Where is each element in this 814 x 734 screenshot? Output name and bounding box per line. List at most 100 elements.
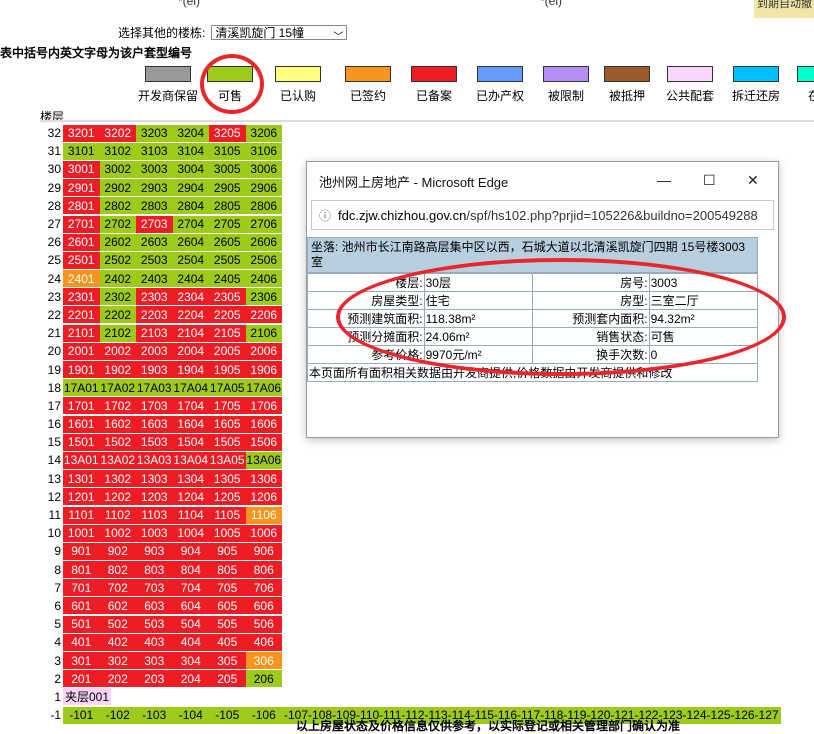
unit-cell[interactable]: 3003 bbox=[136, 160, 173, 178]
unit-cell[interactable]: 1003 bbox=[136, 524, 173, 542]
unit-cell[interactable]: 1101 bbox=[63, 506, 100, 524]
unit-cell[interactable]: 2001 bbox=[63, 342, 100, 360]
unit-cell[interactable]: 902 bbox=[99, 542, 136, 560]
unit-cell[interactable]: 2506 bbox=[245, 251, 282, 269]
unit-cell[interactable]: 1303 bbox=[136, 470, 173, 488]
unit-cell[interactable]: 1501 bbox=[63, 433, 100, 451]
unit-cell[interactable]: 706 bbox=[245, 579, 282, 597]
unit-cell[interactable]: 1504 bbox=[172, 433, 209, 451]
unit-cell[interactable]: 2402 bbox=[99, 270, 136, 288]
unit-cell[interactable]: 2605 bbox=[209, 233, 246, 251]
close-icon[interactable]: ✕ bbox=[747, 172, 759, 189]
unit-cell[interactable]: 2804 bbox=[172, 197, 209, 215]
unit-cell[interactable]: 1302 bbox=[99, 470, 136, 488]
unit-cell[interactable]: 13A02 bbox=[99, 451, 136, 469]
unit-cell[interactable]: 206 bbox=[245, 670, 282, 688]
unit-cell[interactable]: 2002 bbox=[99, 342, 136, 360]
unit-cell[interactable]: 504 bbox=[172, 615, 209, 633]
unit-cell[interactable]: 1201 bbox=[63, 488, 100, 506]
unit-cell[interactable]: -104 bbox=[172, 706, 209, 724]
address-bar[interactable]: ⓘ fdc.zjw.chizhou.gov.cn /spf/hs102.php?… bbox=[311, 200, 774, 230]
unit-cell[interactable]: 1706 bbox=[245, 397, 282, 415]
unit-cell[interactable]: 3105 bbox=[209, 142, 246, 160]
unit-cell[interactable]: 2104 bbox=[172, 324, 209, 342]
unit-cell[interactable]: 2203 bbox=[136, 306, 173, 324]
minimize-icon[interactable]: — bbox=[657, 172, 671, 188]
unit-cell[interactable]: 2601 bbox=[63, 233, 100, 251]
unit-cell[interactable]: 3201 bbox=[63, 124, 100, 142]
unit-cell[interactable]: 3102 bbox=[99, 142, 136, 160]
unit-cell[interactable]: 402 bbox=[99, 633, 136, 651]
unit-cell[interactable]: 3203 bbox=[136, 124, 173, 142]
unit-cell[interactable]: 1102 bbox=[99, 506, 136, 524]
unit-cell[interactable]: 804 bbox=[172, 561, 209, 579]
unit-cell[interactable]: 2102 bbox=[99, 324, 136, 342]
unit-cell[interactable]: 2803 bbox=[136, 197, 173, 215]
unit-cell[interactable]: 1301 bbox=[63, 470, 100, 488]
unit-cell[interactable]: 13A04 bbox=[172, 451, 209, 469]
unit-cell[interactable]: 306 bbox=[245, 652, 282, 670]
unit-cell[interactable]: 3004 bbox=[172, 160, 209, 178]
unit-cell[interactable]: 1602 bbox=[99, 415, 136, 433]
unit-cell[interactable]: 2305 bbox=[209, 288, 246, 306]
unit-cell[interactable]: 1701 bbox=[63, 397, 100, 415]
unit-cell[interactable]: 2101 bbox=[63, 324, 100, 342]
unit-cell[interactable]: 1601 bbox=[63, 415, 100, 433]
unit-cell[interactable]: 2503 bbox=[136, 251, 173, 269]
unit-cell[interactable]: 2806 bbox=[245, 197, 282, 215]
unit-cell[interactable]: 805 bbox=[209, 561, 246, 579]
unit-cell[interactable]: 2004 bbox=[172, 342, 209, 360]
unit-cell[interactable]: 1603 bbox=[136, 415, 173, 433]
unit-cell[interactable]: 1005 bbox=[209, 524, 246, 542]
unit-cell[interactable]: 603 bbox=[136, 597, 173, 615]
unit-cell[interactable]: 2602 bbox=[99, 233, 136, 251]
info-icon[interactable]: ⓘ bbox=[312, 207, 338, 224]
unit-cell[interactable]: 304 bbox=[172, 652, 209, 670]
unit-cell[interactable]: 1306 bbox=[245, 470, 282, 488]
unit-cell[interactable]: 403 bbox=[136, 633, 173, 651]
unit-cell[interactable]: 704 bbox=[172, 579, 209, 597]
unit-cell[interactable]: 1105 bbox=[209, 506, 246, 524]
unit-cell[interactable]: 2403 bbox=[136, 270, 173, 288]
unit-cell[interactable]: 303 bbox=[136, 652, 173, 670]
unit-cell[interactable]: 901 bbox=[63, 542, 100, 560]
unit-cell[interactable]: 2805 bbox=[209, 197, 246, 215]
unit-cell[interactable]: 1103 bbox=[136, 506, 173, 524]
unit-cell[interactable]: 701 bbox=[63, 579, 100, 597]
unit-cell[interactable]: 1901 bbox=[63, 361, 100, 379]
unit-cell[interactable]: 2703 bbox=[136, 215, 173, 233]
unit-cell[interactable]: 2606 bbox=[245, 233, 282, 251]
unit-cell[interactable]: 401 bbox=[63, 633, 100, 651]
unit-cell[interactable]: 2406 bbox=[245, 270, 282, 288]
unit-cell[interactable]: 1902 bbox=[99, 361, 136, 379]
unit-cell[interactable]: 2502 bbox=[99, 251, 136, 269]
unit-cell[interactable]: 2505 bbox=[209, 251, 246, 269]
unit-cell[interactable]: 1503 bbox=[136, 433, 173, 451]
unit-cell[interactable]: 2603 bbox=[136, 233, 173, 251]
unit-cell[interactable]: 1104 bbox=[172, 506, 209, 524]
unit-cell[interactable]: 2303 bbox=[136, 288, 173, 306]
unit-cell[interactable]: 2003 bbox=[136, 342, 173, 360]
building-select[interactable]: 清溪凯旋门 15幢 ﹀ bbox=[211, 25, 348, 43]
unit-cell[interactable]: 503 bbox=[136, 615, 173, 633]
unit-cell[interactable]: 802 bbox=[99, 561, 136, 579]
unit-cell[interactable]: 1606 bbox=[245, 415, 282, 433]
unit-cell[interactable]: 1006 bbox=[245, 524, 282, 542]
unit-cell[interactable]: 906 bbox=[245, 542, 282, 560]
unit-cell[interactable]: 2702 bbox=[99, 215, 136, 233]
unit-cell[interactable]: 3005 bbox=[209, 160, 246, 178]
unit-cell[interactable]: 505 bbox=[209, 615, 246, 633]
unit-cell[interactable]: 202 bbox=[99, 670, 136, 688]
unit-cell[interactable]: 204 bbox=[172, 670, 209, 688]
unit-cell[interactable]: 2501 bbox=[63, 251, 100, 269]
unit-cell[interactable]: 2106 bbox=[245, 324, 282, 342]
unit-cell[interactable]: 703 bbox=[136, 579, 173, 597]
unit-cell[interactable]: 3101 bbox=[63, 142, 100, 160]
unit-cell[interactable]: 205 bbox=[209, 670, 246, 688]
unit-cell[interactable]: 3103 bbox=[136, 142, 173, 160]
unit-cell[interactable]: 1704 bbox=[172, 397, 209, 415]
unit-cell[interactable]: 1903 bbox=[136, 361, 173, 379]
unit-cell[interactable]: 806 bbox=[245, 561, 282, 579]
unit-cell[interactable]: 17A02 bbox=[99, 379, 136, 397]
unit-cell[interactable]: 17A03 bbox=[136, 379, 173, 397]
